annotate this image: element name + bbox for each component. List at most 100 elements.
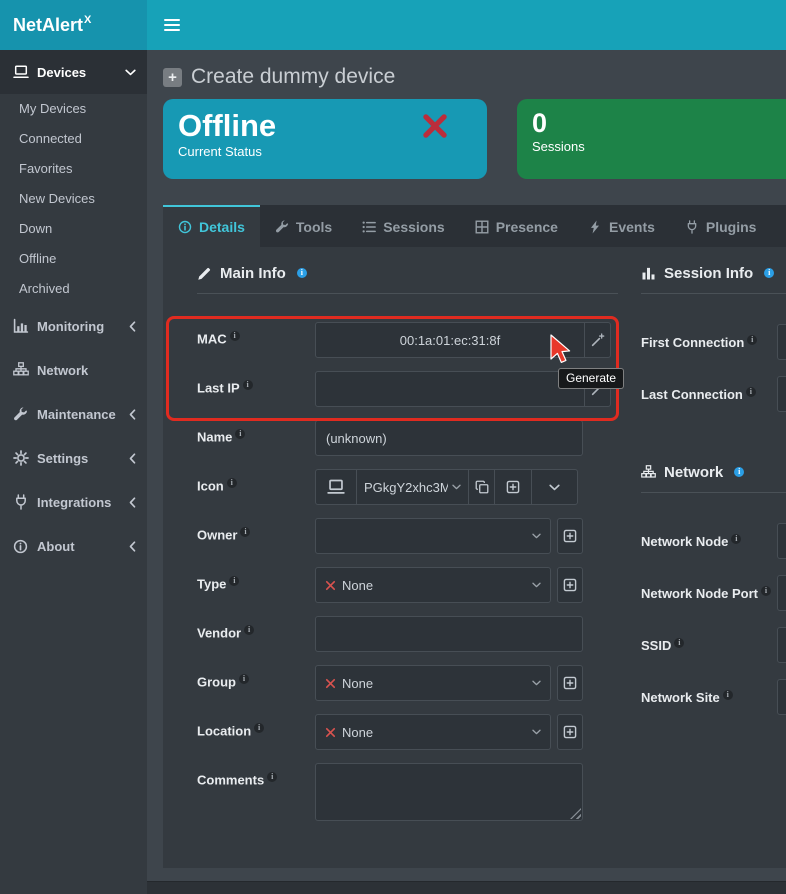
tab-events[interactable]: Events (573, 205, 670, 247)
generate-tooltip: Generate (558, 368, 624, 389)
tab-tools[interactable]: Tools (260, 205, 347, 247)
info-circle-icon (178, 220, 192, 234)
first-connection-label: First Connection (641, 324, 777, 353)
info-icon (227, 478, 237, 488)
sidebar-item-offline[interactable]: Offline (0, 244, 147, 274)
wrench-icon (12, 407, 29, 422)
owner-select[interactable] (315, 518, 551, 554)
field-row-ssid: SSID (641, 627, 786, 663)
location-label: Location (197, 714, 315, 738)
field-row-group: Group None (197, 665, 618, 701)
chevron-down-icon (532, 533, 541, 539)
red-x-icon (325, 580, 336, 591)
page-title: Create dummy device (163, 63, 786, 91)
mac-input[interactable] (315, 322, 585, 358)
plus-square-icon (506, 480, 520, 494)
chevron-left-icon (129, 497, 136, 508)
sidebar-item-label: Network (37, 363, 88, 378)
add-type-button[interactable] (557, 567, 583, 603)
field-row-icon: Icon PGkgY2xhc3M (197, 469, 618, 505)
brand-logo[interactable]: NetAlertX (0, 0, 147, 50)
sidebar-item-down[interactable]: Down (0, 214, 147, 244)
icon-select[interactable]: PGkgY2xhc3M (356, 469, 469, 505)
add-icon-button[interactable] (494, 469, 532, 505)
network-site-input[interactable] (777, 679, 786, 715)
sessions-box[interactable]: 0 Sessions (517, 99, 786, 179)
sitemap-icon (641, 465, 656, 480)
create-device-icon (163, 68, 182, 87)
copy-icon-button[interactable] (468, 469, 495, 505)
info-icon (230, 331, 240, 341)
vendor-label: Vendor (197, 616, 315, 640)
chevron-down-icon (532, 680, 541, 686)
icon-preview-button[interactable] (315, 469, 357, 505)
ssid-input[interactable] (777, 627, 786, 663)
type-select[interactable]: None (315, 567, 551, 603)
field-row-network-node: Network Node (641, 523, 786, 559)
group-label: Group (197, 665, 315, 689)
network-node-port-input[interactable] (777, 575, 786, 611)
sidebar-item-network[interactable]: Network (0, 348, 147, 392)
name-input[interactable] (315, 420, 583, 456)
location-select[interactable]: None (315, 714, 551, 750)
sidebar-item-my-devices[interactable]: My Devices (0, 94, 147, 124)
bar-chart-icon (641, 266, 656, 281)
main-info-column: Main Info MAC Last IP (197, 263, 618, 834)
sidebar-item-integrations[interactable]: Integrations (0, 480, 147, 524)
field-row-type: Type None (197, 567, 618, 603)
location-select-value: None (342, 725, 526, 740)
sidebar-item-favorites[interactable]: Favorites (0, 154, 147, 184)
device-tabs: Details Tools Sessions Presence Events (163, 205, 786, 247)
sidebar-item-label: Devices (37, 65, 86, 80)
tab-presence[interactable]: Presence (460, 205, 573, 247)
menu-toggle-button[interactable] (164, 19, 180, 31)
group-select[interactable]: None (315, 665, 551, 701)
sidebar: NetAlertX Devices My Devices Connected F… (0, 0, 147, 894)
add-group-button[interactable] (557, 665, 583, 701)
info-icon (747, 335, 757, 345)
tab-details[interactable]: Details (163, 205, 260, 247)
last-connection-input[interactable] (777, 376, 786, 412)
sidebar-item-about[interactable]: About (0, 524, 147, 568)
sidebar-item-devices[interactable]: Devices (0, 50, 147, 94)
first-connection-input[interactable] (777, 324, 786, 360)
network-site-label: Network Site (641, 679, 777, 708)
devices-submenu: My Devices Connected Favorites New Devic… (0, 94, 147, 304)
field-row-location: Location None (197, 714, 618, 750)
info-icon[interactable] (734, 467, 744, 477)
info-icon (761, 586, 771, 596)
sidebar-item-new-devices[interactable]: New Devices (0, 184, 147, 214)
sidebar-item-archived[interactable]: Archived (0, 274, 147, 304)
status-boxes: Offline Current Status 0 Sessions (163, 99, 786, 179)
section-title: Network (664, 464, 723, 481)
info-icon (239, 674, 249, 684)
info-circle-icon (12, 539, 29, 554)
calendar-grid-icon (475, 220, 489, 234)
topbar (147, 0, 786, 50)
chevron-down-icon (125, 69, 136, 76)
info-icon[interactable] (297, 268, 307, 278)
add-location-button[interactable] (557, 714, 583, 750)
current-status-box[interactable]: Offline Current Status (163, 99, 487, 179)
devices-icon (12, 64, 29, 80)
generate-mac-button[interactable] (584, 322, 611, 358)
tab-sessions[interactable]: Sessions (347, 205, 459, 247)
last-ip-input[interactable] (315, 371, 585, 407)
sidebar-item-settings[interactable]: Settings (0, 436, 147, 480)
add-owner-button[interactable] (557, 518, 583, 554)
tab-plugins[interactable]: Plugins (670, 205, 772, 247)
field-row-owner: Owner (197, 518, 618, 554)
sidebar-item-monitoring[interactable]: Monitoring (0, 304, 147, 348)
comments-textarea[interactable] (315, 763, 583, 821)
info-icon[interactable] (764, 268, 774, 278)
sessions-label: Sessions (532, 139, 786, 154)
network-node-input[interactable] (777, 523, 786, 559)
plug-icon (685, 220, 699, 234)
type-select-value: None (342, 578, 526, 593)
vendor-input[interactable] (315, 616, 583, 652)
icon-dropdown-button[interactable] (531, 469, 578, 505)
wrench-icon (275, 220, 289, 234)
sidebar-item-connected[interactable]: Connected (0, 124, 147, 154)
info-icon (240, 527, 250, 537)
sidebar-item-maintenance[interactable]: Maintenance (0, 392, 147, 436)
